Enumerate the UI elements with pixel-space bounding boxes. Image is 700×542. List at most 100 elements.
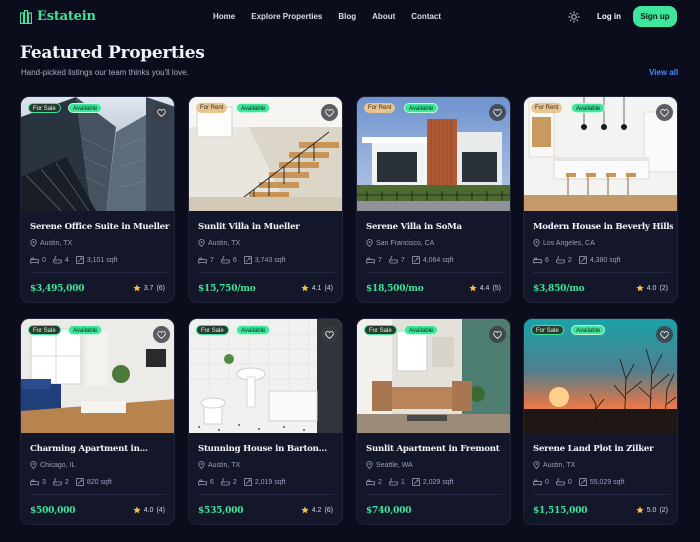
listing-type-badge: For Rent	[531, 103, 563, 113]
favorite-button[interactable]	[321, 326, 338, 343]
area-spec: 4,380 sqft	[579, 256, 621, 264]
star-icon	[133, 506, 141, 514]
status-badge: Available	[68, 325, 103, 335]
nav-link-explore[interactable]: Explore Properties	[251, 12, 322, 21]
area-icon	[76, 256, 84, 264]
review-count: (5)	[492, 284, 501, 292]
wooden-staircase-image	[189, 97, 342, 211]
heart-icon	[660, 330, 669, 339]
beds-count: 0	[42, 256, 46, 264]
baths-count: 4	[64, 256, 69, 264]
property-card[interactable]: For Sale Available Sunlit Apartment in F…	[356, 318, 511, 525]
bed-icon	[30, 479, 39, 486]
property-card[interactable]: For Sale Available Serene Office Suite i…	[20, 96, 175, 303]
card-divider	[533, 272, 670, 273]
star-icon	[301, 506, 309, 514]
baths-count: 0	[567, 478, 572, 486]
property-photo[interactable]: For Sale Available	[189, 319, 342, 433]
favorite-button[interactable]	[656, 326, 673, 343]
property-title[interactable]: Serene Office Suite in Mueller	[30, 222, 170, 232]
nav-link-blog[interactable]: Blog	[338, 12, 356, 21]
property-title[interactable]: Serene Land Plot in Zilker	[533, 444, 673, 454]
review-count: (6)	[156, 284, 165, 292]
listing-type-badge: For Sale	[28, 103, 61, 113]
location-label: Austin, TX	[208, 461, 241, 469]
area-icon	[412, 256, 420, 264]
location-label: Austin, TX	[208, 239, 241, 247]
card-divider	[366, 494, 503, 495]
bath-icon	[389, 256, 398, 264]
property-card[interactable]: For Rent Available Sunlit Villa in Muell…	[188, 96, 343, 303]
property-rating: 3.7 (6)	[133, 284, 165, 292]
property-photo[interactable]: For Sale Available	[21, 97, 174, 211]
property-specs: 3 2 820 sqft	[30, 478, 119, 486]
favorite-button[interactable]	[321, 104, 338, 121]
area-icon	[579, 478, 587, 486]
card-divider	[198, 494, 335, 495]
property-card[interactable]: For Sale Available Stunning House in Bar…	[188, 318, 343, 525]
brand-logo[interactable]: Estatein	[20, 9, 96, 24]
signup-button[interactable]: Sign up	[633, 6, 677, 27]
beds-spec: 6	[533, 257, 549, 264]
property-photo[interactable]: For Sale Available	[524, 319, 677, 433]
rating-value: 4.2	[311, 506, 322, 514]
favorite-button[interactable]	[656, 104, 673, 121]
area-value: 4,064 sqft	[422, 256, 454, 264]
property-card[interactable]: For Sale Available Serene Land Plot in Z…	[523, 318, 678, 525]
bed-icon	[533, 479, 542, 486]
bath-icon	[556, 478, 565, 486]
property-photo[interactable]: For Rent Available	[189, 97, 342, 211]
heart-icon	[660, 108, 669, 117]
card-divider	[30, 272, 167, 273]
bed-icon	[366, 479, 375, 486]
area-value: 2,029 sqft	[422, 478, 454, 486]
nav-link-contact[interactable]: Contact	[411, 12, 441, 21]
sun-icon[interactable]	[568, 11, 580, 23]
favorite-button[interactable]	[153, 104, 170, 121]
top-nav: Estatein Home Explore Properties Blog Ab…	[0, 0, 700, 34]
listing-type-badge: For Sale	[28, 325, 61, 335]
property-title[interactable]: Sunlit Villa in Mueller	[198, 222, 338, 232]
property-title[interactable]: Stunning House in Barton...	[198, 444, 338, 454]
area-value: 2,019 sqft	[254, 478, 286, 486]
star-icon	[469, 284, 477, 292]
favorite-button[interactable]	[153, 326, 170, 343]
property-photo[interactable]: For Rent Available	[524, 97, 677, 211]
login-link[interactable]: Log in	[597, 12, 621, 21]
listing-type-badge: For Rent	[196, 103, 228, 113]
rating-value: 4.1	[311, 284, 322, 292]
property-card[interactable]: For Rent Available Serene Villa in SoMa …	[356, 96, 511, 303]
property-rating: 4.0 (2)	[636, 284, 668, 292]
location-label: Austin, TX	[40, 239, 73, 247]
property-location: Los Angeles, CA	[533, 239, 595, 247]
status-badge: Available	[571, 325, 606, 335]
property-title[interactable]: Charming Apartment in...	[30, 444, 170, 454]
property-price: $740,000	[366, 506, 412, 516]
property-title[interactable]: Sunlit Apartment in Fremont	[366, 444, 506, 454]
nav-link-about[interactable]: About	[372, 12, 395, 21]
baths-spec: 7	[389, 256, 405, 264]
property-specs: 2 1 2,029 sqft	[366, 478, 461, 486]
view-all-link[interactable]: View all	[649, 68, 678, 77]
property-specs: 0 0 55,029 sqft	[533, 478, 631, 486]
area-icon	[579, 256, 587, 264]
property-card[interactable]: For Rent Available Modern House in Bever…	[523, 96, 678, 303]
nav-link-home[interactable]: Home	[213, 12, 235, 21]
area-icon	[244, 256, 252, 264]
property-rating: 5.0 (2)	[636, 506, 668, 514]
property-card[interactable]: For Sale Available Charming Apartment in…	[20, 318, 175, 525]
area-value: 3,101 sqft	[86, 256, 118, 264]
baths-count: 2	[64, 478, 69, 486]
property-title[interactable]: Modern House in Beverly Hills	[533, 222, 673, 232]
property-title[interactable]: Serene Villa in SoMa	[366, 222, 506, 232]
favorite-button[interactable]	[489, 326, 506, 343]
baths-count: 1	[400, 478, 405, 486]
nav-links: Home Explore Properties Blog About Conta…	[213, 12, 457, 21]
white-kitchen-image	[524, 97, 677, 211]
property-photo[interactable]: For Sale Available	[21, 319, 174, 433]
favorite-button[interactable]	[489, 104, 506, 121]
card-divider	[30, 494, 167, 495]
property-photo[interactable]: For Rent Available	[357, 97, 510, 211]
property-photo[interactable]: For Sale Available	[357, 319, 510, 433]
location-pin-icon	[533, 239, 540, 247]
